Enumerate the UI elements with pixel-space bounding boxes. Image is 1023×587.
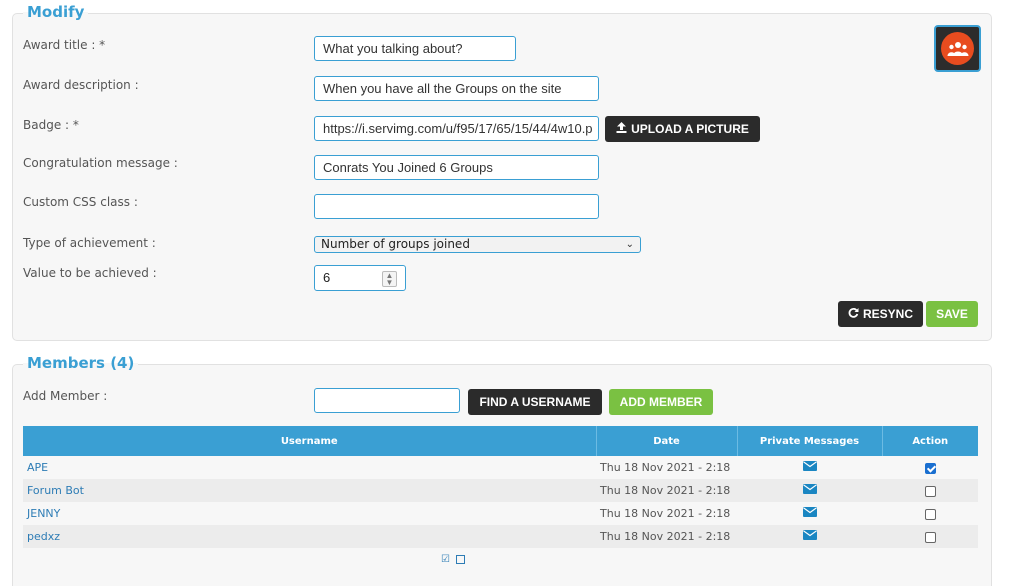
type-of-achievement-select[interactable]: Number of groups joined ⌄ xyxy=(314,236,641,253)
badge-label: Badge : * xyxy=(23,118,79,132)
members-legend: Members (4) xyxy=(23,354,139,372)
award-title-label: Award title : * xyxy=(23,38,106,52)
member-date: Thu 18 Nov 2021 - 2:18 xyxy=(600,461,731,474)
member-select-checkbox[interactable] xyxy=(924,508,936,520)
table-row: JENNY Thu 18 Nov 2021 - 2:18 xyxy=(23,502,978,525)
congratulation-message-input[interactable]: Conrats You Joined 6 Groups xyxy=(314,155,599,180)
award-title-input[interactable]: What you talking about? xyxy=(314,36,516,61)
value-to-be-achieved-label: Value to be achieved : xyxy=(23,266,157,280)
member-username[interactable]: JENNY xyxy=(23,502,596,525)
add-member-label: Add Member : xyxy=(23,389,108,403)
member-username[interactable]: APE xyxy=(23,456,596,479)
resync-button[interactable]: RESYNC xyxy=(838,301,923,327)
member-select-checkbox[interactable] xyxy=(924,462,936,474)
member-select-checkbox[interactable] xyxy=(924,531,936,543)
award-description-label: Award description : xyxy=(23,78,139,92)
member-username[interactable]: Forum Bot xyxy=(23,479,596,502)
member-date: Thu 18 Nov 2021 - 2:18 xyxy=(596,479,737,502)
upload-picture-label: UPLOAD A PICTURE xyxy=(631,122,749,136)
congratulation-message-label: Congratulation message : xyxy=(23,156,178,170)
members-table: Username Date Private Messages Action AP… xyxy=(23,426,978,548)
uncheck-all-icon[interactable] xyxy=(455,554,465,564)
custom-css-class-label: Custom CSS class : xyxy=(23,195,138,209)
upload-picture-button[interactable]: UPLOAD A PICTURE xyxy=(605,116,760,142)
modify-fieldset: Modify Award title : * What you talking … xyxy=(12,3,992,341)
badge-preview xyxy=(934,25,981,72)
spinner-arrows-icon[interactable]: ▲ ▼ xyxy=(382,271,397,287)
chevron-down-icon: ⌄ xyxy=(625,239,634,250)
check-all-icon[interactable]: ☑ xyxy=(441,554,450,565)
badge-url-input[interactable]: https://i.servimg.com/u/f95/17/65/15/44/… xyxy=(314,116,599,141)
refresh-icon xyxy=(848,301,859,327)
table-row: Forum Bot Thu 18 Nov 2021 - 2:18 xyxy=(23,479,978,502)
envelope-icon[interactable] xyxy=(802,530,817,543)
bulk-select-controls: ☑ xyxy=(441,554,465,565)
envelope-icon[interactable] xyxy=(802,461,817,474)
group-people-icon xyxy=(941,32,974,65)
value-to-be-achieved-stepper[interactable]: 6 ▲ ▼ xyxy=(314,265,406,291)
column-date[interactable]: Date xyxy=(596,426,738,456)
column-private-messages: Private Messages xyxy=(737,426,883,456)
save-button[interactable]: SAVE xyxy=(926,301,978,327)
envelope-icon[interactable] xyxy=(802,484,817,497)
add-member-input[interactable] xyxy=(314,388,460,413)
table-row: pedxz Thu 18 Nov 2021 - 2:18 xyxy=(23,525,978,548)
find-username-button[interactable]: FIND A USERNAME xyxy=(468,389,602,415)
column-action: Action xyxy=(882,426,978,456)
award-description-input[interactable]: When you have all the Groups on the site xyxy=(314,76,599,101)
type-of-achievement-label: Type of achievement : xyxy=(23,236,156,250)
value-to-be-achieved-value: 6 xyxy=(323,270,331,285)
member-date: Thu 18 Nov 2021 - 2:18 xyxy=(600,507,731,520)
add-member-button[interactable]: ADD MEMBER xyxy=(609,389,713,415)
envelope-icon[interactable] xyxy=(802,507,817,520)
table-row: APE Thu 18 Nov 2021 - 2:18 xyxy=(23,456,978,479)
resync-label: RESYNC xyxy=(862,307,913,321)
modify-legend: Modify xyxy=(23,3,89,21)
member-username[interactable]: pedxz xyxy=(23,525,596,548)
type-of-achievement-value: Number of groups joined xyxy=(321,237,470,251)
upload-icon xyxy=(616,116,627,142)
column-username[interactable]: Username xyxy=(23,426,597,456)
member-date: Thu 18 Nov 2021 - 2:18 xyxy=(596,525,737,548)
custom-css-class-input[interactable] xyxy=(314,194,599,219)
table-header-row: Username Date Private Messages Action xyxy=(23,426,978,456)
members-fieldset: Members (4) Add Member : FIND A USERNAME… xyxy=(12,354,992,586)
member-select-checkbox[interactable] xyxy=(924,485,936,497)
